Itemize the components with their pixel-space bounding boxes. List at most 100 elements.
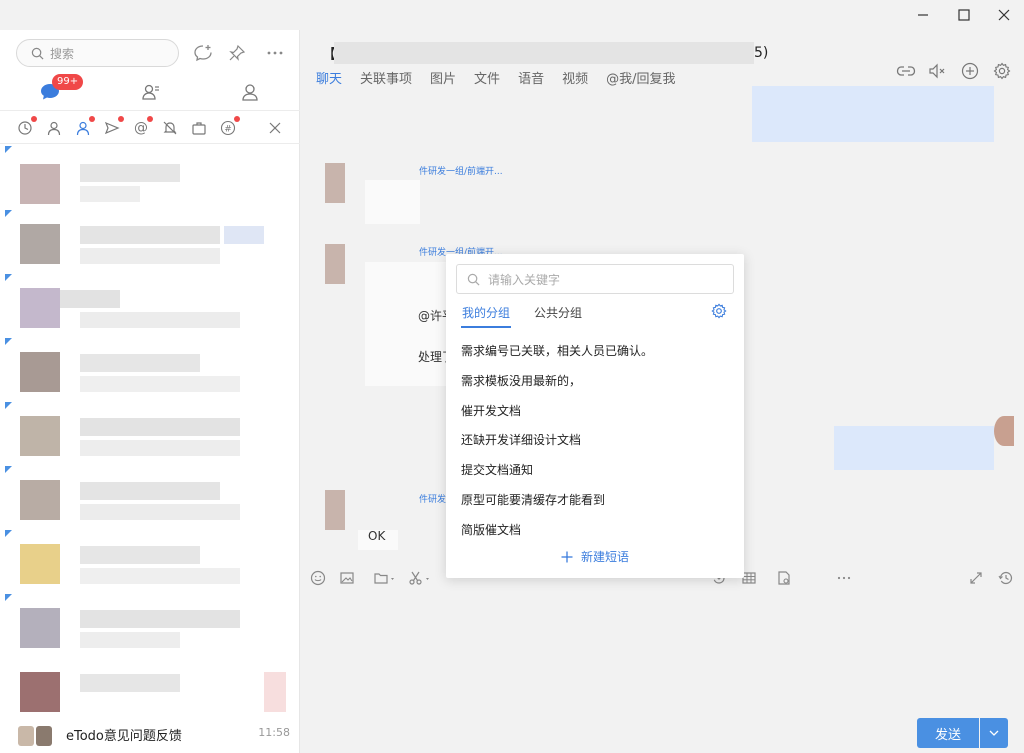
filter-bar: @ # <box>0 110 300 144</box>
send-options-button[interactable] <box>980 718 1008 748</box>
phrase-item[interactable]: 原型可能要清缓存才能看到 <box>461 490 731 510</box>
pin-icon <box>229 44 246 61</box>
plus-circle-icon <box>961 62 979 80</box>
filter-group[interactable] <box>74 116 95 137</box>
more-tools-button[interactable] <box>835 569 853 587</box>
tab-images[interactable]: 图片 <box>430 68 456 87</box>
more-icon <box>837 576 851 580</box>
quick-phrase-popup: 请输入关键字 我的分组 公共分组 需求编号已关联，相关人员已确认。 需求模板没用… <box>446 254 744 578</box>
avatar <box>18 726 52 746</box>
message-bubble-self <box>834 426 994 470</box>
phrase-settings-button[interactable] <box>710 302 728 320</box>
list-item[interactable] <box>0 658 300 722</box>
sidebar-search-input[interactable]: 搜索 <box>16 39 179 67</box>
new-phrase-button[interactable]: 新建短语 <box>446 548 744 565</box>
svg-text:#: # <box>224 125 232 135</box>
window-titlebar <box>0 0 1024 30</box>
tab-my-groups[interactable]: 我的分组 <box>462 304 510 321</box>
list-item[interactable]: eTodo意见问题反馈 11:58 <box>0 720 300 753</box>
phrase-item[interactable]: 催开发文档 <box>461 401 731 421</box>
list-item[interactable] <box>0 466 300 530</box>
history-button[interactable] <box>997 569 1015 587</box>
minimize-icon <box>918 14 928 16</box>
list-item[interactable] <box>0 146 300 210</box>
phrase-item[interactable]: 需求编号已关联，相关人员已确认。 <box>461 341 731 361</box>
message-sender: 件研发一组/前端开... <box>419 167 503 177</box>
link-button[interactable] <box>895 60 917 82</box>
avatar <box>994 416 1014 446</box>
tab-files[interactable]: 文件 <box>474 68 500 87</box>
expand-icon <box>970 572 982 584</box>
mute-button[interactable] <box>926 60 948 82</box>
send-button[interactable]: 发送 <box>917 718 979 748</box>
close-window-button[interactable] <box>984 0 1024 30</box>
filter-topic[interactable]: # <box>219 116 240 137</box>
gear-icon <box>993 62 1011 80</box>
tab-video[interactable]: 视频 <box>562 68 588 87</box>
message-bubble <box>365 262 450 386</box>
person-icon <box>242 84 258 101</box>
expand-button[interactable] <box>967 569 985 587</box>
close-filter-button[interactable] <box>266 119 284 137</box>
avatar <box>325 490 345 530</box>
list-item[interactable] <box>0 594 300 658</box>
emoji-button[interactable] <box>309 569 327 587</box>
new-phrase-label: 新建短语 <box>580 550 629 564</box>
user-icon <box>47 121 61 136</box>
add-member-button[interactable] <box>959 60 981 82</box>
scissors-icon <box>409 571 429 585</box>
minimize-button[interactable] <box>903 0 943 30</box>
pin-button[interactable] <box>226 42 248 64</box>
phrase-item[interactable]: 需求模板没用最新的， <box>461 371 731 391</box>
screenshot-button[interactable] <box>407 569 433 587</box>
bell-off-icon <box>163 121 177 135</box>
tab-organization[interactable] <box>236 78 264 106</box>
message-fragment: OK <box>368 529 386 543</box>
at-icon: @ <box>134 120 148 136</box>
filter-work[interactable] <box>190 119 208 137</box>
phrase-search-placeholder: 请输入关键字 <box>488 272 561 287</box>
phrase-item[interactable]: 提交文档通知 <box>461 460 731 480</box>
list-item[interactable] <box>0 338 300 402</box>
list-item[interactable] <box>0 210 300 274</box>
filter-sent[interactable] <box>103 116 124 137</box>
chat-header: 【 5) 聊天 关联事项 图片 文件 语音 视频 @我/回复我 <box>300 30 1024 90</box>
chat-plus-icon <box>194 45 212 62</box>
tab-voice[interactable]: 语音 <box>518 68 544 87</box>
file-button[interactable] <box>372 569 398 587</box>
more-button[interactable] <box>264 42 286 64</box>
filter-mentions[interactable]: @ <box>132 116 153 137</box>
maximize-button[interactable] <box>944 0 984 30</box>
group-icon <box>76 121 90 136</box>
maximize-icon <box>958 9 970 21</box>
tab-mentions[interactable]: @我/回复我 <box>606 68 675 87</box>
phrase-item[interactable]: 简版催文档 <box>461 520 731 540</box>
list-item[interactable] <box>0 402 300 466</box>
search-icon <box>31 47 44 59</box>
doc-button[interactable] <box>775 569 793 587</box>
chevron-down-icon <box>989 730 999 736</box>
gear-icon <box>711 303 727 319</box>
contacts-list-icon <box>142 84 159 100</box>
phrase-search-input[interactable]: 请输入关键字 <box>456 264 734 294</box>
send-arrow-icon <box>104 121 120 135</box>
tab-public-groups[interactable]: 公共分组 <box>534 304 582 321</box>
phrase-item[interactable]: 还缺开发详细设计文档 <box>461 430 731 450</box>
filter-muted[interactable] <box>161 119 179 137</box>
new-chat-button[interactable] <box>192 42 214 64</box>
list-item[interactable] <box>0 274 300 338</box>
list-item[interactable] <box>0 530 300 594</box>
tab-contacts-list[interactable] <box>137 78 165 106</box>
tab-related-items[interactable]: 关联事项 <box>360 68 412 87</box>
image-button[interactable] <box>338 569 356 587</box>
filter-recent[interactable] <box>16 116 37 137</box>
filter-single[interactable] <box>45 119 63 137</box>
avatar <box>325 244 345 284</box>
active-tab-indicator <box>461 326 511 328</box>
tab-messages[interactable]: 99+ <box>36 74 84 106</box>
tab-chat[interactable]: 聊天 <box>316 68 342 87</box>
chat-settings-button[interactable] <box>991 60 1013 82</box>
search-placeholder: 搜索 <box>50 46 75 61</box>
document-icon <box>778 571 790 585</box>
image-icon <box>340 572 354 584</box>
